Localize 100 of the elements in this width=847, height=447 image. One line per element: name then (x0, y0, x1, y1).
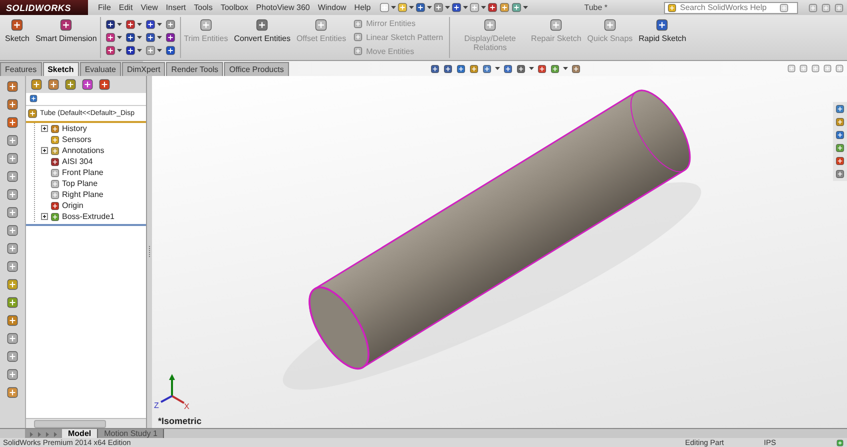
tree-item[interactable]: Right Plane (41, 189, 146, 200)
menu-item[interactable]: Help (350, 3, 375, 12)
dropdown-caret-icon[interactable] (408, 6, 414, 10)
tree-item[interactable]: History (41, 123, 146, 134)
task-tool-icon[interactable] (6, 296, 19, 309)
view-tool-icon[interactable] (536, 64, 547, 74)
view-tool-icon[interactable] (502, 64, 513, 74)
dropdown-caret-icon[interactable] (136, 36, 142, 40)
dropdown-caret-icon[interactable] (390, 6, 396, 10)
scrollbar-thumb[interactable] (34, 420, 106, 428)
sketch-tool-icon[interactable] (124, 45, 136, 56)
tree-item[interactable]: AISI 304 (41, 156, 146, 167)
expand-plus-icon[interactable] (41, 147, 48, 154)
menu-item[interactable]: PhotoView 360 (252, 3, 314, 12)
task-tool-icon[interactable] (6, 134, 19, 147)
command-tab[interactable]: Render Tools (166, 62, 224, 76)
sketch-tool-icon[interactable] (164, 19, 176, 30)
task-tool-icon[interactable] (6, 314, 19, 327)
task-tool-icon[interactable] (6, 278, 19, 291)
tree-item[interactable]: Top Plane (41, 178, 146, 189)
dropdown-caret-icon[interactable] (480, 6, 486, 10)
task-pane-icon[interactable] (835, 169, 845, 179)
task-tool-icon[interactable] (6, 98, 19, 111)
command-icon[interactable] (10, 18, 24, 32)
dropdown-caret-icon[interactable] (444, 6, 450, 10)
command-tab[interactable]: Features (0, 62, 42, 76)
menu-item[interactable]: Toolbox (216, 3, 252, 12)
dropdown-caret-icon[interactable] (156, 36, 162, 40)
expand-plus-icon[interactable] (41, 125, 48, 132)
view-tool-icon[interactable] (550, 64, 560, 74)
panel-tab-icon[interactable] (97, 78, 112, 91)
view-tool-icon[interactable] (516, 64, 526, 74)
sketch-tool-icon[interactable] (104, 19, 116, 30)
command-tab[interactable]: Office Products (224, 62, 289, 76)
menu-item[interactable]: View (136, 3, 162, 12)
view-tool-icon[interactable] (442, 64, 453, 74)
task-tool-icon[interactable] (6, 260, 19, 273)
dropdown-caret-icon[interactable] (494, 66, 500, 70)
sketch-tool-icon[interactable] (104, 32, 116, 43)
task-pane-icon[interactable] (835, 104, 845, 114)
dropdown-caret-icon[interactable] (426, 6, 432, 10)
panel-tab-icon[interactable] (80, 78, 95, 91)
task-tool-icon[interactable] (6, 332, 19, 345)
view-tool-icon[interactable] (456, 64, 466, 74)
dropdown-caret-icon[interactable] (136, 48, 142, 52)
tree-item[interactable]: Annotations (41, 145, 146, 156)
dropdown-caret-icon[interactable] (136, 22, 142, 26)
dropdown-caret-icon[interactable] (156, 48, 162, 52)
view-tool-icon[interactable] (430, 64, 440, 74)
status-icon[interactable] (836, 438, 844, 446)
menu-item[interactable]: Edit (114, 3, 137, 12)
menu-item[interactable]: Insert (162, 3, 190, 12)
tree-item[interactable]: Sensors (41, 134, 146, 145)
task-tool-icon[interactable] (6, 206, 19, 219)
tree-item[interactable]: Front Plane (41, 167, 146, 178)
dropdown-caret-icon[interactable] (156, 22, 162, 26)
command-tab[interactable]: Sketch (42, 62, 79, 76)
task-tool-icon[interactable] (6, 152, 19, 165)
task-pane-icon[interactable] (835, 130, 845, 140)
panel-tab-icon[interactable] (46, 78, 61, 91)
menu-item[interactable]: Tools (190, 3, 217, 12)
splitter-handle-icon[interactable] (148, 246, 151, 258)
dropdown-caret-icon[interactable] (116, 48, 122, 52)
command-icon[interactable] (59, 18, 74, 32)
tree-item[interactable]: Boss-Extrude1 (41, 211, 146, 222)
menu-item[interactable]: File (94, 3, 115, 12)
task-tool-icon[interactable] (6, 350, 19, 363)
command-button[interactable]: Convert Entities (230, 17, 294, 58)
sketch-tool-icon[interactable] (144, 45, 156, 56)
command-tab[interactable]: Evaluate (80, 62, 121, 76)
sketch-tool-icon[interactable] (164, 45, 176, 56)
task-tool-icon[interactable] (6, 188, 19, 201)
expand-plus-icon[interactable] (41, 213, 48, 220)
help-search-field[interactable]: Search SolidWorks Help (664, 2, 798, 14)
task-pane-icon[interactable] (835, 143, 845, 153)
command-button[interactable]: Smart Dimension (32, 17, 100, 58)
task-tool-icon[interactable] (6, 170, 19, 183)
dropdown-caret-icon[interactable] (116, 36, 122, 40)
task-pane-icon[interactable] (835, 156, 845, 166)
panel-tab-icon[interactable] (29, 78, 44, 91)
command-button[interactable]: Sketch (2, 17, 32, 58)
command-button[interactable]: Rapid Sketch (636, 17, 690, 58)
command-tab[interactable]: DimXpert (122, 62, 166, 76)
menu-item[interactable]: Window (314, 3, 350, 12)
bottom-tab[interactable]: Motion Study 1 (98, 429, 164, 439)
task-tool-icon[interactable] (6, 368, 19, 381)
sketch-tool-icon[interactable] (144, 19, 156, 30)
tree-item[interactable]: Origin (41, 200, 146, 211)
panel-tab-icon[interactable] (63, 78, 78, 91)
dropdown-caret-icon[interactable] (562, 66, 568, 70)
bottom-tab[interactable]: Model (62, 429, 98, 439)
view-tool-icon[interactable] (570, 64, 581, 74)
command-icon[interactable] (255, 18, 270, 32)
view-tool-icon[interactable] (468, 64, 479, 74)
command-icon[interactable] (655, 18, 670, 32)
view-tool-icon[interactable] (482, 64, 492, 74)
task-tool-icon[interactable] (6, 80, 19, 93)
sketch-tool-icon[interactable] (104, 45, 116, 56)
task-tool-icon[interactable] (6, 116, 19, 129)
task-tool-icon[interactable] (6, 242, 19, 255)
